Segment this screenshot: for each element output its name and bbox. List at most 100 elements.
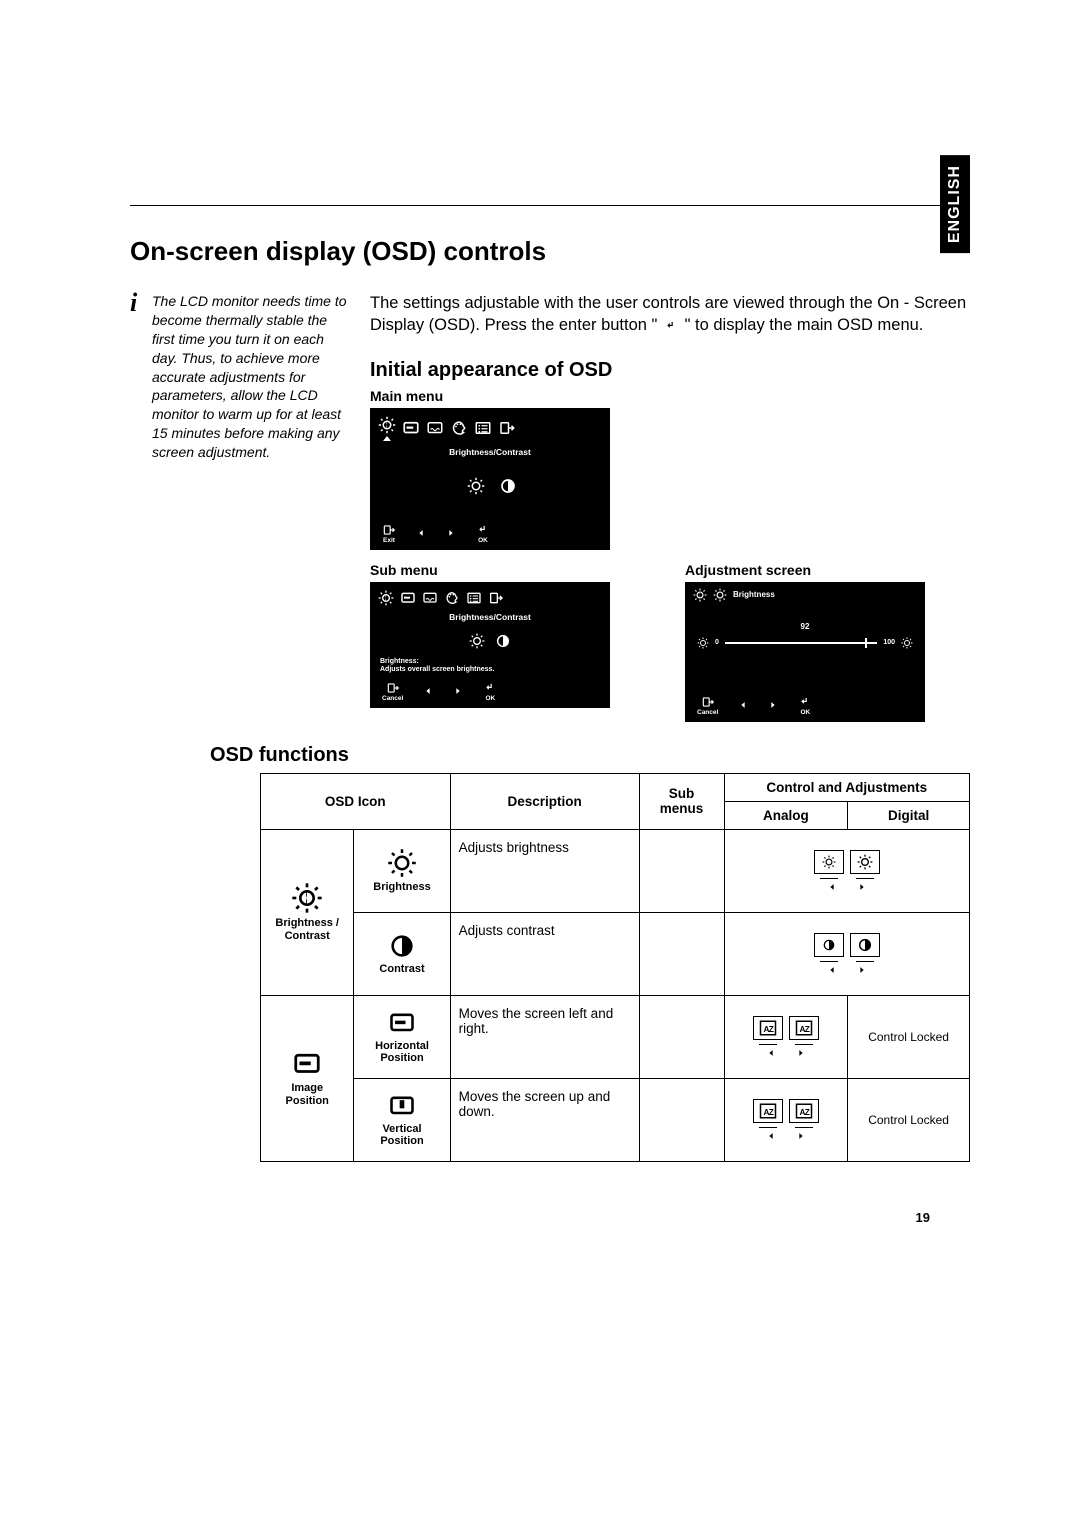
language-tab: ENGLISH (940, 155, 970, 253)
icon-brightness-label: Brightness (373, 881, 430, 894)
osd-adj-max: 100 (883, 639, 895, 646)
nav-cancel: Cancel (697, 695, 718, 716)
osd-adj-value: 92 (697, 618, 913, 637)
brightness-icon (713, 588, 727, 602)
enter-icon (662, 319, 680, 333)
col-control-adjustments: Control and Adjustments (724, 773, 969, 801)
nav-right-icon (453, 686, 463, 696)
monitor-contrast-low-icon (814, 933, 844, 957)
osd-adjustment-panel: Brightness 92 0 100 (685, 582, 925, 722)
nav-right-icon (446, 528, 456, 538)
image-position-icon (292, 1049, 322, 1079)
group-bc-label: Brightness / Contrast (269, 917, 345, 942)
nav-left-icon (738, 700, 748, 710)
tab-exit-icon (498, 416, 516, 441)
info-note-text: The LCD monitor needs time to become the… (152, 292, 350, 462)
nav-exit: Exit (382, 523, 396, 544)
osd-adj-min: 0 (715, 639, 719, 646)
col-submenus: Sub menus (639, 773, 724, 829)
nav-ok: OK (483, 681, 497, 702)
main-menu-label: Main menu (370, 388, 970, 404)
arrow-right-icon (796, 1048, 806, 1058)
arrow-right-icon (857, 882, 867, 892)
icon-vpos-label: Vertical Position (362, 1123, 441, 1148)
group-ip-label: Image Position (269, 1082, 345, 1107)
horizontal-rule (130, 205, 970, 206)
arrow-left-icon (766, 1131, 776, 1141)
page-title: On-screen display (OSD) controls (130, 236, 970, 267)
arrow-left-icon (766, 1048, 776, 1058)
arrow-left-icon (827, 882, 837, 892)
submenu-empty (639, 912, 724, 995)
tab-image-setup-icon (426, 416, 444, 441)
submenu-empty (639, 995, 724, 1078)
desc-contrast: Adjusts contrast (450, 912, 639, 995)
col-osd-icon: OSD Icon (261, 773, 451, 829)
osd-main-panel: Brightness/Contrast Exit OK (370, 408, 610, 550)
slider-track (725, 642, 877, 644)
contrast-icon (388, 932, 416, 960)
nav-left-icon (416, 528, 426, 538)
monitor-az-icon (753, 1016, 783, 1040)
tab-image-position-icon (400, 590, 416, 606)
vertical-position-icon (388, 1092, 416, 1120)
tab-options-icon (474, 416, 492, 441)
brightness-contrast-icon (693, 588, 707, 602)
tab-brightness-contrast-icon (378, 590, 394, 606)
submenu-empty (639, 829, 724, 912)
nav-left-icon (423, 686, 433, 696)
nav-ok: OK (476, 523, 490, 544)
tab-options-icon (466, 590, 482, 606)
tab-image-position-icon (402, 416, 420, 441)
arrow-right-icon (857, 965, 867, 975)
brightness-high-icon (901, 637, 913, 649)
tab-exit-icon (488, 590, 504, 606)
osd-sub-hint-line1: Brightness: (380, 658, 600, 666)
page-number: 19 (916, 1210, 930, 1225)
monitor-contrast-high-icon (850, 933, 880, 957)
arrow-right-icon (796, 1131, 806, 1141)
info-icon: i (130, 290, 146, 460)
monitor-az-icon (753, 1099, 783, 1123)
icon-hpos-label: Horizontal Position (362, 1040, 441, 1065)
section-initial-title: Initial appearance of OSD (370, 359, 970, 382)
monitor-az-icon (789, 1016, 819, 1040)
osd-sub-panel: Brightness/Contrast Brightness: Adjusts … (370, 582, 610, 708)
ctrl-locked: Control Locked (848, 1078, 970, 1161)
tab-brightness-contrast-icon (378, 416, 396, 441)
desc-hpos: Moves the screen left and right. (450, 995, 639, 1078)
nav-cancel: Cancel (382, 681, 403, 702)
monitor-brightness-high-icon (850, 850, 880, 874)
tab-image-setup-icon (422, 590, 438, 606)
brightness-low-icon (697, 637, 709, 649)
intro-text: The settings adjustable with the user co… (370, 292, 970, 337)
brightness-icon (469, 632, 485, 650)
osd-functions-table: OSD Icon Description Sub menus Control a… (260, 773, 970, 1162)
sub-menu-label: Sub menu (370, 562, 655, 578)
info-note: i The LCD monitor needs time to become t… (130, 292, 350, 462)
nav-ok: OK (798, 695, 812, 716)
nav-right-icon (768, 700, 778, 710)
contrast-icon (499, 477, 517, 495)
monitor-brightness-low-icon (814, 850, 844, 874)
tab-color-icon (450, 416, 468, 441)
section-functions-title: OSD functions (210, 744, 970, 767)
tab-color-icon (444, 590, 460, 606)
icon-contrast-label: Contrast (379, 963, 424, 976)
adjustment-screen-label: Adjustment screen (685, 562, 970, 578)
osd-sub-hint-line2: Adjusts overall screen brightness. (380, 666, 600, 674)
brightness-icon (463, 475, 489, 497)
monitor-az-icon (789, 1099, 819, 1123)
submenu-empty (639, 1078, 724, 1161)
osd-main-title: Brightness/Contrast (376, 445, 604, 463)
col-analog: Analog (724, 801, 848, 829)
col-digital: Digital (848, 801, 970, 829)
osd-sub-title: Brightness/Contrast (376, 610, 604, 628)
osd-adj-title: Brightness (733, 590, 775, 599)
desc-vpos: Moves the screen up and down. (450, 1078, 639, 1161)
desc-brightness: Adjusts brightness (450, 829, 639, 912)
contrast-icon (495, 632, 511, 650)
brightness-contrast-icon (291, 882, 323, 914)
brightness-icon (387, 848, 417, 878)
col-description: Description (450, 773, 639, 829)
